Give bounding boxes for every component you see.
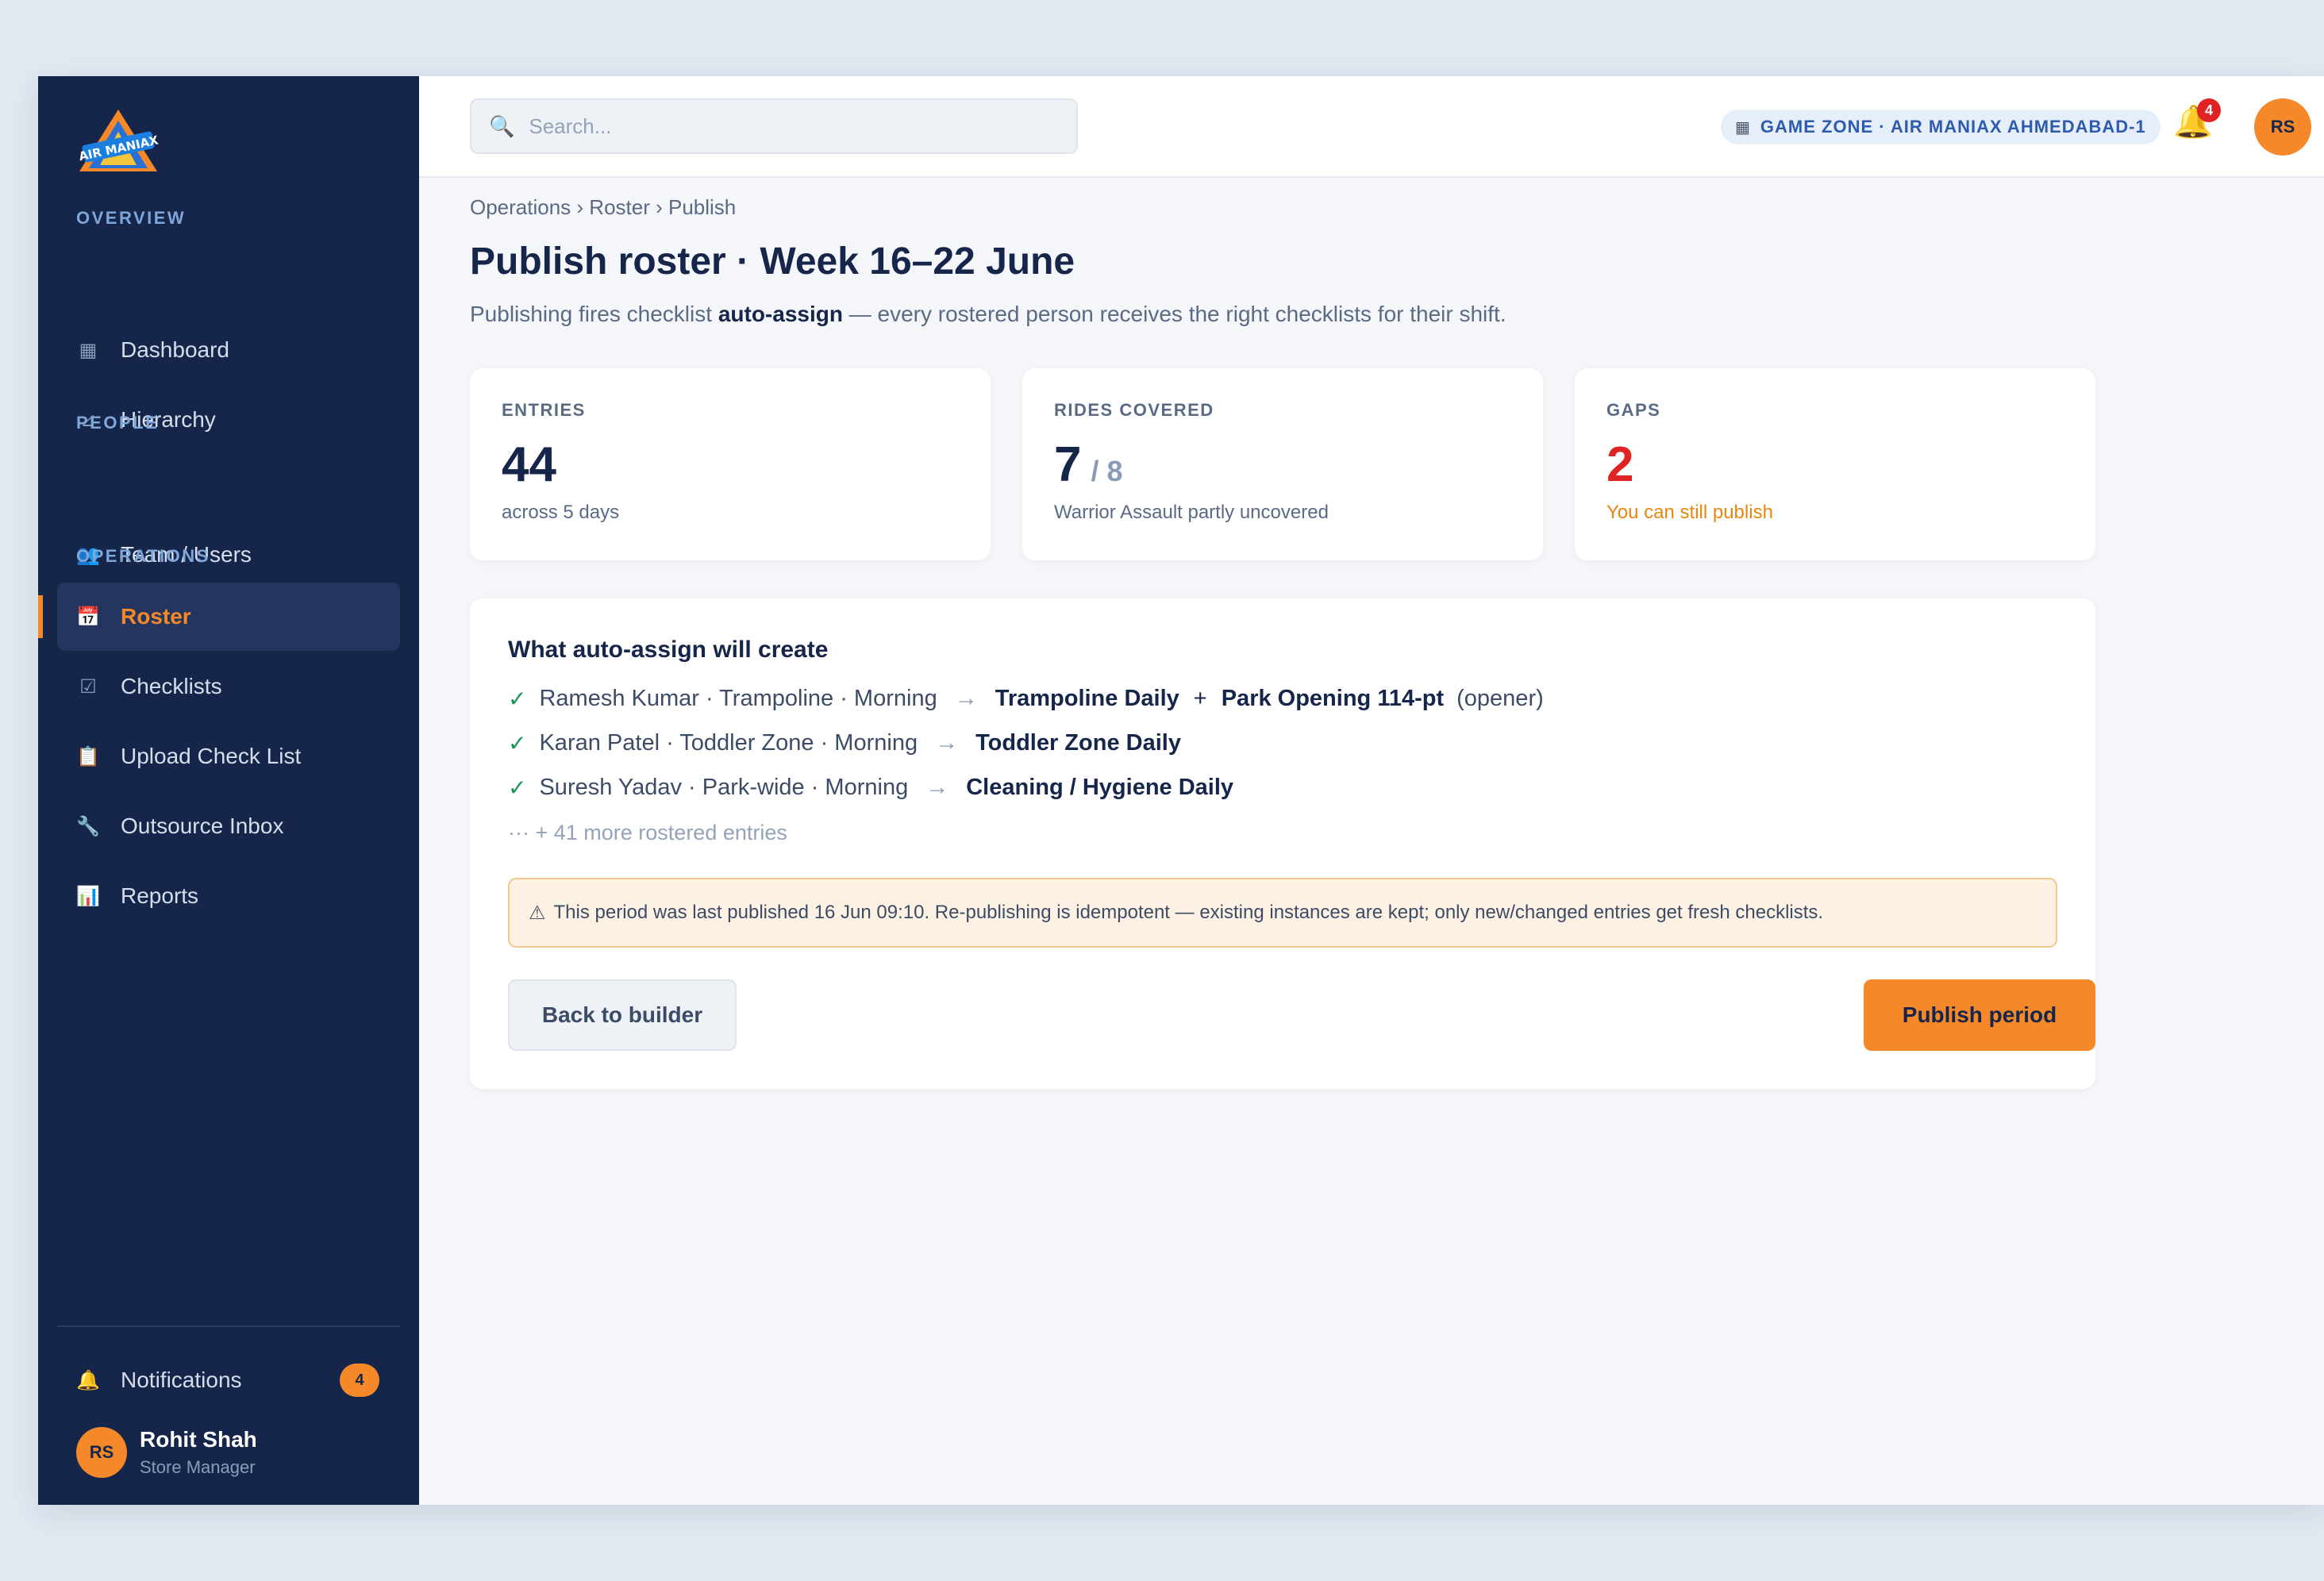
stat-number: 2 bbox=[1606, 437, 1634, 492]
assignee: Ramesh Kumar · Trampoline · Morning bbox=[539, 685, 937, 711]
subtitle-text: Publishing fires checklist bbox=[470, 302, 718, 326]
stat-label: GAPS bbox=[1606, 400, 1661, 420]
warning-icon: ⚠ bbox=[529, 902, 546, 924]
arrow-right-icon: → bbox=[954, 685, 978, 711]
checklist-name: Cleaning / Hygiene Daily bbox=[966, 774, 1234, 800]
plus-icon: + bbox=[1193, 685, 1207, 711]
stat-number: 7 bbox=[1054, 437, 1082, 492]
stat-value: 7 / 8 bbox=[1054, 437, 1123, 493]
assignee: Karan Patel · Toddler Zone · Morning bbox=[539, 729, 918, 756]
arrow-right-icon: → bbox=[935, 729, 959, 756]
stat-card-gaps: GAPS 2 You can still publish bbox=[1575, 368, 2095, 560]
checklist-name: Toddler Zone Daily bbox=[975, 729, 1181, 756]
panel-title: What auto-assign will create bbox=[508, 637, 829, 663]
role-note: (opener) bbox=[1456, 685, 1544, 711]
list-item: ✓ Ramesh Kumar · Trampoline · Morning → … bbox=[508, 683, 1544, 714]
check-icon: ✓ bbox=[508, 775, 527, 800]
checklist-name: Trampoline Daily bbox=[995, 685, 1179, 711]
stat-total: / 8 bbox=[1091, 455, 1123, 487]
subtitle-keyword: auto-assign bbox=[718, 302, 843, 326]
arrow-right-icon: → bbox=[925, 774, 949, 800]
stat-label: RIDES COVERED bbox=[1054, 400, 1214, 420]
main-content: Publish roster · Week 16–22 June Publish… bbox=[38, 76, 2324, 1505]
page-title: Publish roster · Week 16–22 June bbox=[470, 240, 1075, 283]
stat-value: 44 bbox=[502, 437, 556, 493]
checklist-name: Park Opening 114-pt bbox=[1221, 685, 1445, 711]
check-icon: ✓ bbox=[508, 686, 527, 711]
publish-period-button[interactable]: Publish period bbox=[1864, 979, 2095, 1051]
republish-warning: ⚠ This period was last published 16 Jun … bbox=[508, 878, 2057, 948]
more-entries[interactable]: ··· + 41 more rostered entries bbox=[508, 821, 787, 845]
stat-card-rides-covered: RIDES COVERED 7 / 8 Warrior Assault partl… bbox=[1022, 368, 1543, 560]
list-item: ✓ Suresh Yadav · Park-wide · Morning → C… bbox=[508, 771, 1233, 803]
page-subtitle: Publishing fires checklist auto-assign —… bbox=[470, 302, 1506, 327]
stat-value: 2 bbox=[1606, 437, 1633, 493]
subtitle-text: — every rostered person receives the rig… bbox=[842, 302, 1506, 326]
stat-card-entries: ENTRIES 44 across 5 days bbox=[470, 368, 991, 560]
warning-text: This period was last published 16 Jun 09… bbox=[553, 902, 1824, 923]
stat-label: ENTRIES bbox=[502, 400, 586, 420]
stat-note: across 5 days bbox=[502, 502, 620, 523]
list-item: ✓ Karan Patel · Toddler Zone · Morning →… bbox=[508, 727, 1181, 759]
stat-note: Warrior Assault partly uncovered bbox=[1054, 502, 1329, 523]
assignee: Suresh Yadav · Park-wide · Morning bbox=[539, 774, 909, 800]
stat-number: 44 bbox=[502, 437, 556, 492]
auto-assign-panel: What auto-assign will create ✓ Ramesh Ku… bbox=[470, 598, 2095, 1089]
back-to-builder-button[interactable]: Back to builder bbox=[508, 979, 737, 1051]
check-icon: ✓ bbox=[508, 730, 527, 756]
stat-note: You can still publish bbox=[1606, 502, 1773, 523]
